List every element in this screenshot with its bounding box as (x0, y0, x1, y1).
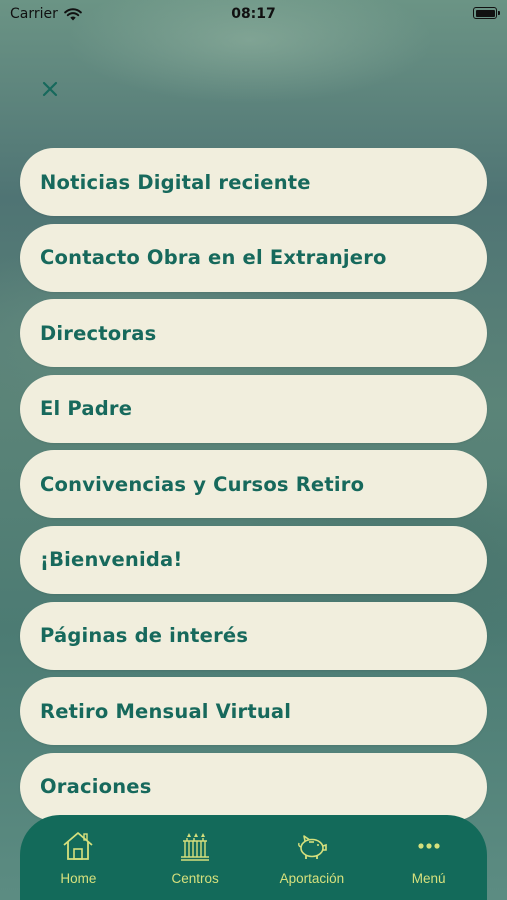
tab-aportacion-label: Aportación (279, 871, 345, 886)
menu-item-convivencias[interactable]: Convivencias y Cursos Retiro (20, 450, 487, 519)
tab-centros-label: Centros (171, 871, 219, 886)
tab-aportacion[interactable]: Aportación (254, 815, 371, 900)
tab-menu-label: Menú (411, 871, 446, 886)
menu-item-label: Directoras (40, 321, 157, 345)
menu-item-contacto[interactable]: Contacto Obra en el Extranjero (20, 223, 487, 292)
tab-home-label: Home (60, 871, 97, 886)
piggy-bank-icon (297, 835, 327, 859)
status-bar: Carrier 08:17 (0, 0, 507, 28)
tab-centros[interactable]: Centros (137, 815, 254, 900)
menu-item-label: Oraciones (40, 775, 152, 799)
menu-item-retiro-mensual[interactable]: Retiro Mensual Virtual (20, 677, 487, 746)
menu-item-label: Convivencias y Cursos Retiro (40, 472, 365, 496)
menu-item-bienvenida[interactable]: ¡Bienvenida! (20, 525, 487, 594)
menu-item-label: Retiro Mensual Virtual (40, 699, 292, 723)
house-icon (63, 832, 93, 860)
menu-item-label: ¡Bienvenida! (40, 548, 183, 572)
menu-item-label: Contacto Obra en el Extranjero (40, 246, 387, 270)
tab-bar: Home Centros Aportación Menú (20, 815, 487, 900)
menu-item-el-padre[interactable]: El Padre (20, 374, 487, 443)
clock: 08:17 (231, 6, 276, 22)
battery-icon (473, 7, 500, 19)
tab-home[interactable]: Home (20, 815, 137, 900)
close-icon (42, 81, 58, 97)
menu-item-directoras[interactable]: Directoras (20, 299, 487, 368)
close-button[interactable] (36, 75, 64, 103)
tab-menu[interactable]: Menú (370, 815, 487, 900)
menu-item-label: Páginas de interés (40, 624, 249, 648)
menu-item-oraciones[interactable]: Oraciones (20, 752, 487, 821)
menu-item-label: El Padre (40, 397, 133, 421)
ellipsis-icon (418, 843, 440, 849)
building-icon (181, 833, 210, 861)
menu-item-noticias[interactable]: Noticias Digital reciente (20, 148, 487, 216)
menu-item-paginas[interactable]: Páginas de interés (20, 601, 487, 670)
menu-item-label: Noticias Digital reciente (40, 170, 311, 194)
menu-list: Noticias Digital reciente Contacto Obra … (20, 148, 487, 828)
